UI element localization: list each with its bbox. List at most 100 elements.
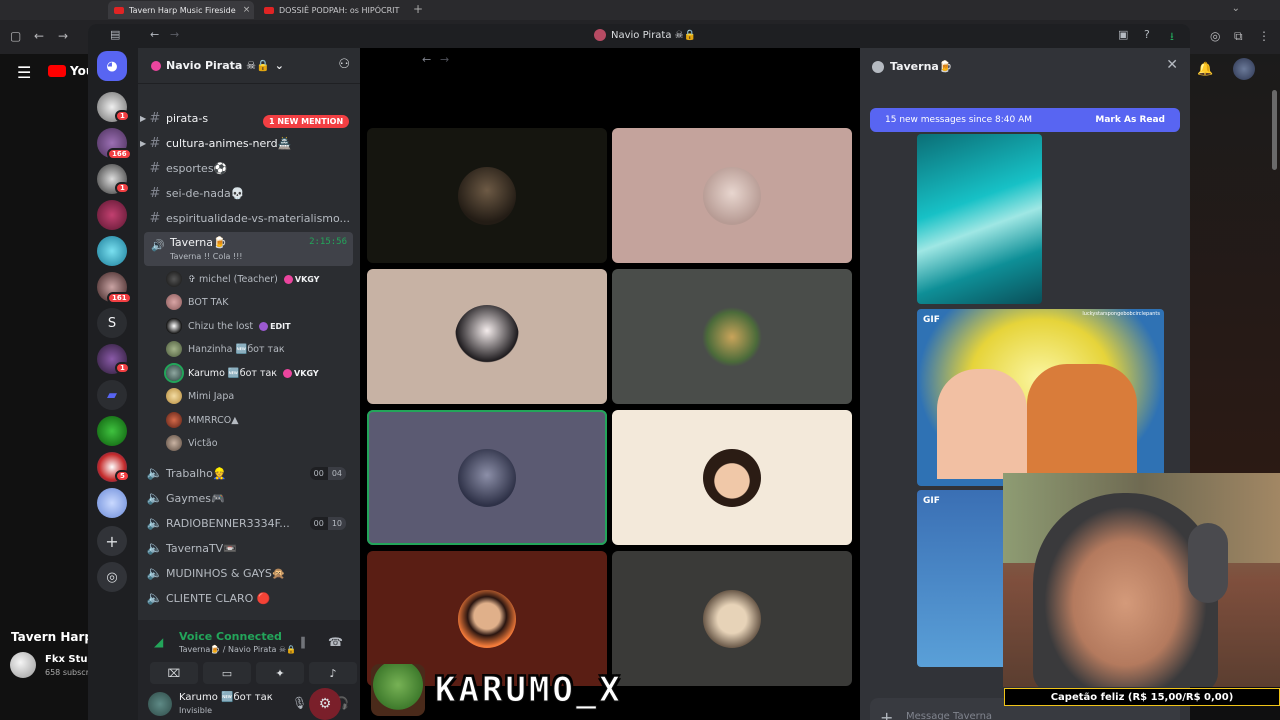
- participant-tile-8[interactable]: [612, 551, 852, 686]
- mark-as-read-button[interactable]: Mark As Read: [1095, 115, 1165, 125]
- voice-user-michel[interactable]: ✞ michel (Teacher) VKGY: [166, 268, 356, 290]
- video-title[interactable]: Tavern Harp: [11, 630, 93, 644]
- page-scrollbar[interactable]: [1272, 90, 1277, 170]
- new-tab-icon[interactable]: +: [413, 2, 423, 16]
- chat-gif-1[interactable]: GIF luckystarspongebobcirclepants: [917, 309, 1164, 486]
- channel-avatar[interactable]: [10, 652, 36, 678]
- server-icon-8[interactable]: [97, 416, 127, 446]
- server-icon-6[interactable]: 161: [97, 272, 132, 304]
- soundboard-button[interactable]: ♪: [309, 662, 357, 684]
- voice-user-mmrrco[interactable]: MMRRCO▲: [166, 409, 356, 431]
- folder-icon[interactable]: ▰: [97, 380, 127, 410]
- server-icon-5[interactable]: [97, 236, 127, 266]
- voice-connected-sub[interactable]: Taverna🍺 / Navio Pirata ☠🔒: [179, 645, 296, 654]
- participant-tile-3[interactable]: [367, 269, 607, 404]
- settings-gear-icon[interactable]: ⚙: [309, 688, 341, 720]
- voice-user-chizu[interactable]: Chizu the lost EDIT: [166, 315, 356, 337]
- channel-esportes[interactable]: # esportes⚽: [144, 157, 354, 179]
- back-icon[interactable]: ←: [34, 29, 44, 43]
- noise-suppression-icon[interactable]: ∥: [300, 635, 306, 649]
- hamburger-menu-icon[interactable]: ☰: [17, 63, 31, 82]
- new-mention-pill[interactable]: 1 NEW MENTION: [263, 115, 350, 128]
- microphone-icon[interactable]: 🎙: [292, 696, 307, 710]
- tab-title: DOSSIÊ PODPAH: os HIPÓCRIT: [279, 5, 400, 15]
- new-messages-bar[interactable]: 15 new messages since 8:40 AM Mark As Re…: [870, 108, 1180, 132]
- server-header[interactable]: Navio Pirata ☠🔒 ⌄ ⚇: [138, 48, 360, 84]
- count-current: 00: [309, 466, 328, 480]
- channel-cultura-animes-nerd[interactable]: ▶ # cultura-animes-nerd🏯: [140, 132, 354, 154]
- user-name[interactable]: Karumo 🆕бот так: [179, 692, 273, 703]
- youtube-right-area: [1190, 54, 1280, 474]
- channel-sei-de-nada[interactable]: # sei-de-nada💀: [144, 182, 354, 204]
- server-icon-3[interactable]: 1: [97, 164, 130, 194]
- screen-share-button[interactable]: ▭: [203, 662, 251, 684]
- extensions-icon[interactable]: ◎: [1210, 29, 1220, 43]
- voice-user-karumo[interactable]: Karumo 🆕бот так VKGY: [164, 362, 356, 384]
- server-badge-icon: [151, 60, 161, 71]
- channel-espiritualidade[interactable]: # espiritualidade-vs-materialismo...: [144, 207, 354, 229]
- participant-tile-2[interactable]: [612, 128, 852, 263]
- server-icon-1[interactable]: 1: [97, 92, 130, 122]
- new-messages-text: 15 new messages since 8:40 AM: [885, 115, 1033, 125]
- voice-channel-name: Taverna🍺: [170, 236, 227, 249]
- voice-channel-cliente-claro[interactable]: 🔈 CLIENTE CLARO 🔴: [144, 587, 354, 609]
- stage-back-icon[interactable]: ←: [422, 53, 431, 66]
- activities-button[interactable]: ✦: [256, 662, 304, 684]
- disconnect-icon[interactable]: ☎: [328, 635, 343, 649]
- forward-icon[interactable]: →: [58, 29, 68, 43]
- download-icon[interactable]: ⭳: [1170, 28, 1174, 47]
- youtube-account-avatar[interactable]: [1233, 58, 1255, 80]
- voice-channel-gaymes[interactable]: 🔈 Gaymes🎮: [144, 487, 354, 509]
- voice-user-hanzinha[interactable]: Hanzinha 🆕бот так: [166, 338, 356, 360]
- forward-arrow-icon[interactable]: →: [170, 28, 179, 41]
- participant-tile-4[interactable]: [612, 269, 852, 404]
- voice-user-victao[interactable]: Victão: [166, 432, 356, 454]
- tab-tavern-harp[interactable]: Tavern Harp Music Fireside ×: [108, 1, 254, 19]
- server-icon-10[interactable]: [97, 488, 127, 518]
- voice-channel-trabalho[interactable]: 🔈 Trabalho👷 00 04: [144, 462, 354, 484]
- browser-menu-icon[interactable]: ⋮: [1258, 29, 1270, 43]
- server-name[interactable]: Navio Pirata ☠🔒 ⌄: [151, 59, 284, 72]
- server-icon-7[interactable]: 1: [97, 344, 130, 374]
- voice-user-mimi-japa[interactable]: Mimi Japa: [166, 385, 356, 407]
- voice-channel-radiobenner[interactable]: 🔈 RADIOBENNER3334F... 00 10: [144, 512, 354, 534]
- close-icon[interactable]: ✕: [1166, 57, 1178, 73]
- participant-tile-5-speaking[interactable]: [367, 410, 607, 545]
- voice-user-bot-tak[interactable]: BOT TAK: [166, 291, 356, 313]
- participant-tile-1[interactable]: [367, 128, 607, 263]
- notifications-bell-icon[interactable]: 🔔: [1197, 62, 1213, 77]
- attach-plus-icon[interactable]: +: [880, 708, 893, 720]
- puzzle-icon[interactable]: ⧉: [1234, 29, 1243, 44]
- voice-channel-mudinhos[interactable]: 🔈 MUDINHOS & GAYS🙊: [144, 562, 354, 584]
- chat-image-pool[interactable]: [917, 134, 1042, 304]
- voice-channel-taverna[interactable]: 🔊 Taverna🍺 Taverna !! Cola !!! 2:15:56: [144, 232, 353, 266]
- voice-channel-tavernatv[interactable]: 🔈 TavernaTV📼: [144, 537, 354, 559]
- voice-timer: 2:15:56: [309, 237, 347, 247]
- server-icon-2[interactable]: 166: [97, 128, 132, 160]
- participant-avatar: [455, 304, 519, 369]
- tab-list-chevron-icon[interactable]: ⌄: [1232, 3, 1240, 14]
- sidebar-toggle-icon[interactable]: ▢: [10, 29, 21, 43]
- browser-tabstrip: Tavern Harp Music Fireside × DOSSIÊ PODP…: [0, 0, 1280, 20]
- back-arrow-icon[interactable]: ←: [150, 28, 159, 41]
- server-icon-s[interactable]: S: [97, 308, 127, 338]
- close-tab-icon[interactable]: ×: [243, 5, 251, 15]
- help-icon[interactable]: ?: [1144, 28, 1150, 41]
- server-icon-4[interactable]: [97, 200, 127, 230]
- tab-dossie[interactable]: DOSSIÊ PODPAH: os HIPÓCRIT ×: [258, 1, 400, 19]
- signal-icon[interactable]: ◢: [154, 635, 163, 649]
- chat-input-placeholder[interactable]: Message Taverna: [906, 711, 992, 720]
- add-server-icon[interactable]: +: [97, 526, 127, 556]
- inbox-sidebar-icon[interactable]: ▤: [110, 28, 120, 41]
- invite-people-icon[interactable]: ⚇: [338, 57, 350, 72]
- voice-connected-label[interactable]: Voice Connected: [179, 630, 282, 643]
- camera-off-button[interactable]: ⌧: [150, 662, 198, 684]
- stage-forward-icon[interactable]: →: [440, 53, 449, 66]
- headphones-ear: [1188, 523, 1228, 603]
- discover-compass-icon[interactable]: ◎: [97, 562, 127, 592]
- inbox-icon[interactable]: ▣: [1118, 28, 1128, 41]
- participant-tile-6[interactable]: [612, 410, 852, 545]
- server-icon-9[interactable]: 5: [97, 452, 130, 482]
- discord-home-icon[interactable]: ◕: [97, 51, 127, 81]
- user-avatar[interactable]: [148, 692, 172, 716]
